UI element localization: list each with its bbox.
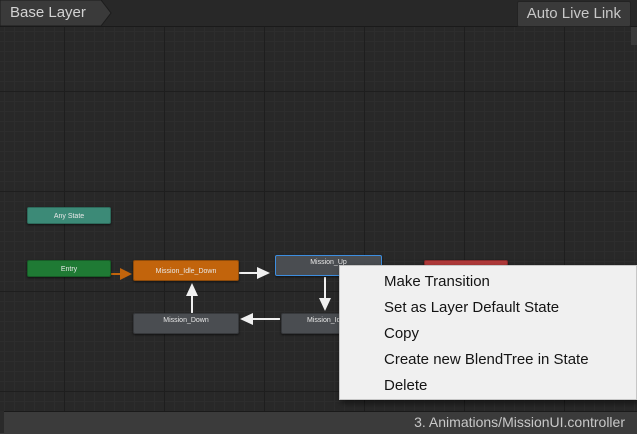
breadcrumb[interactable]: Base Layer <box>0 0 112 26</box>
controller-path: 3. Animations/MissionUI.controller <box>414 414 625 430</box>
menu-item-copy[interactable]: Copy <box>340 321 636 347</box>
menu-item-create-blendtree[interactable]: Create new BlendTree in State <box>340 347 636 373</box>
menu-item-set-default-state[interactable]: Set as Layer Default State <box>340 295 636 321</box>
state-mission-idle-down[interactable]: Mission_Idle_Down <box>133 260 239 281</box>
animator-toolbar: Base Layer Auto Live Link <box>0 0 637 27</box>
scrollbar-handle[interactable] <box>631 27 637 45</box>
state-any-state[interactable]: Any State <box>27 207 111 224</box>
state-entry[interactable]: Entry <box>27 260 111 277</box>
context-menu: Make Transition Set as Layer Default Sta… <box>339 265 637 400</box>
menu-item-delete[interactable]: Delete <box>340 373 636 399</box>
state-mission-down[interactable]: Mission_Down <box>133 313 239 334</box>
status-bar-left-edge <box>0 411 4 433</box>
menu-item-make-transition[interactable]: Make Transition <box>340 269 636 295</box>
breadcrumb-label: Base Layer <box>10 4 86 21</box>
auto-live-link-button[interactable]: Auto Live Link <box>516 1 631 27</box>
status-bar: 3. Animations/MissionUI.controller <box>0 411 637 434</box>
